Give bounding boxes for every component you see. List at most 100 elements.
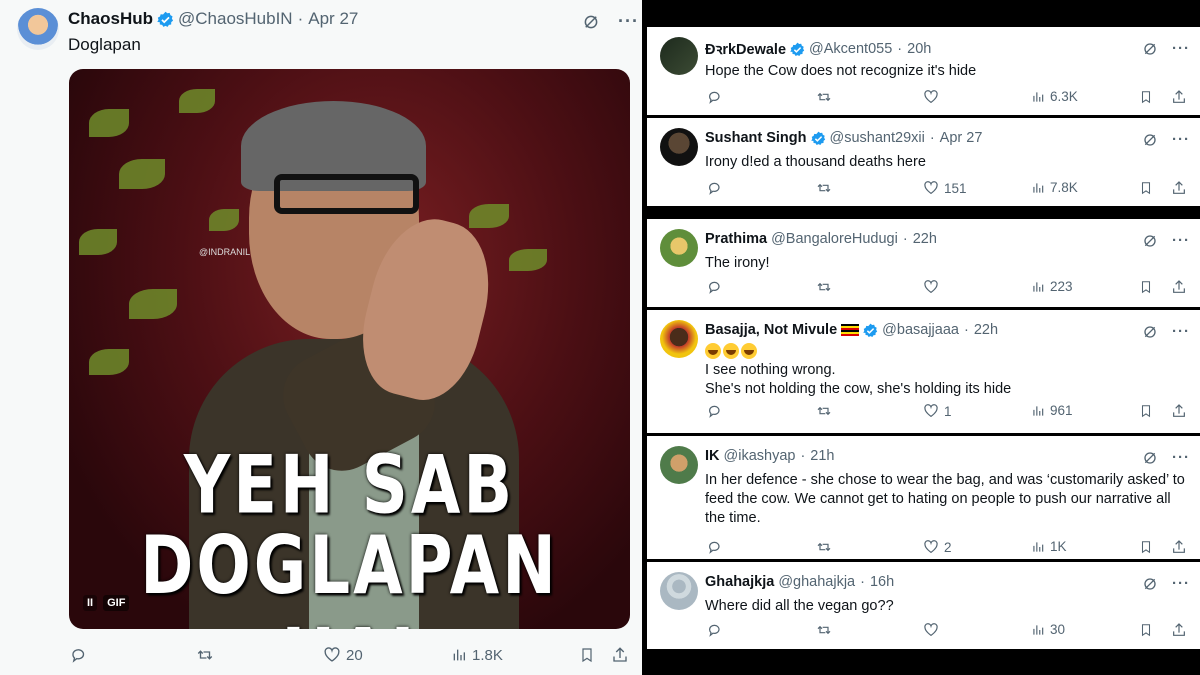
bookmark-button[interactable]: [579, 646, 595, 664]
more-icon[interactable]: ···: [1172, 232, 1190, 249]
views-button[interactable]: 1K: [1031, 539, 1067, 554]
like-button[interactable]: 1: [923, 403, 952, 419]
views-icon: [1033, 281, 1044, 292]
like-button[interactable]: 2: [923, 539, 952, 555]
reply-tweet[interactable]: IK @ikashyap · 21h ··· In her defence - …: [647, 436, 1200, 559]
reply-tweet[interactable]: Ghahajkja @ghahajkja · 16h ··· Where did…: [647, 562, 1200, 649]
author-handle[interactable]: @basajjaaa: [882, 322, 959, 338]
like-button[interactable]: [923, 622, 939, 638]
reply-button[interactable]: [707, 89, 723, 105]
more-icon[interactable]: ···: [1172, 449, 1190, 466]
reply-button[interactable]: [707, 539, 723, 555]
like-button[interactable]: 20: [323, 646, 363, 664]
plant-leaf: [89, 109, 129, 137]
bookmark-button[interactable]: [1139, 180, 1153, 196]
avatar[interactable]: [660, 446, 698, 484]
avatar[interactable]: [660, 229, 698, 267]
tweet-date[interactable]: 22h: [974, 322, 998, 338]
views-button[interactable]: 223: [1031, 279, 1073, 294]
author-name[interactable]: Ghahajkja: [705, 574, 774, 590]
tweet-date[interactable]: 20h: [907, 41, 931, 57]
reply-actions: 6.3K: [647, 89, 1200, 109]
author-handle[interactable]: @BangaloreHudugi: [771, 231, 898, 247]
grok-icon[interactable]: [582, 13, 600, 31]
reply-top-actions: ···: [1142, 40, 1190, 57]
tweet-date[interactable]: 16h: [870, 574, 894, 590]
avatar[interactable]: [660, 37, 698, 75]
retweet-button[interactable]: [815, 403, 833, 419]
share-button[interactable]: [1171, 89, 1187, 105]
grok-icon[interactable]: [1142, 324, 1158, 340]
tweet-date[interactable]: Apr 27: [940, 130, 983, 146]
share-button[interactable]: [1171, 622, 1187, 638]
bookmark-button[interactable]: [1139, 622, 1153, 638]
reply-button[interactable]: [707, 180, 723, 196]
grok-icon[interactable]: [1142, 132, 1158, 148]
media-watermark: @INDRANIL: [199, 247, 251, 257]
reply-button[interactable]: [707, 622, 723, 638]
share-button[interactable]: [1171, 403, 1187, 419]
avatar[interactable]: [660, 320, 698, 358]
retweet-button[interactable]: [815, 279, 833, 295]
author-name[interactable]: Sushant Singh: [705, 130, 807, 146]
views-button[interactable]: 7.8K: [1031, 180, 1078, 195]
share-button[interactable]: [1171, 279, 1187, 295]
reply-icon: [709, 91, 720, 104]
bookmark-button[interactable]: [1139, 539, 1153, 555]
reply-tweet[interactable]: ĐꝛrkDewale @Akcent055 · 20h ··· Hope the…: [647, 27, 1200, 115]
author-handle[interactable]: @ghahajkja: [778, 574, 855, 590]
avatar[interactable]: [17, 8, 59, 50]
retweet-button[interactable]: [195, 646, 215, 664]
author-handle[interactable]: @ChaosHubIN: [178, 9, 293, 29]
pause-button[interactable]: II: [83, 595, 98, 611]
reply-tweet[interactable]: Basajja, Not Mivule @basajjaaa · 22h ···…: [647, 310, 1200, 433]
retweet-button[interactable]: [815, 539, 833, 555]
bookmark-button[interactable]: [1139, 89, 1153, 105]
more-icon[interactable]: ···: [618, 11, 639, 32]
reply-tweet[interactable]: Prathima @BangaloreHudugi · 22h ··· The …: [647, 219, 1200, 307]
author-name[interactable]: ĐꝛrkDewale: [705, 39, 786, 59]
retweet-button[interactable]: [815, 180, 833, 196]
tweet-date[interactable]: 22h: [913, 231, 937, 247]
like-button[interactable]: 151: [923, 180, 967, 196]
views-button[interactable]: 6.3K: [1031, 89, 1078, 104]
author-handle[interactable]: @Akcent055: [809, 41, 892, 57]
avatar[interactable]: [660, 572, 698, 610]
author-handle[interactable]: @ikashyap: [724, 448, 796, 464]
views-icon: [1033, 541, 1044, 552]
views-button[interactable]: 961: [1031, 403, 1073, 418]
retweet-button[interactable]: [815, 622, 833, 638]
grok-icon[interactable]: [1142, 576, 1158, 592]
reply-button[interactable]: [707, 279, 723, 295]
share-button[interactable]: [1171, 539, 1187, 555]
views-button[interactable]: 30: [1031, 622, 1065, 637]
grok-icon[interactable]: [1142, 450, 1158, 466]
author-handle[interactable]: @sushant29xii: [830, 130, 925, 146]
reply-button[interactable]: [707, 403, 723, 419]
retweet-button[interactable]: [815, 89, 833, 105]
tweet-date[interactable]: 21h: [810, 448, 834, 464]
author-name[interactable]: IK: [705, 448, 720, 464]
laughing-emoji-icon: [741, 343, 757, 359]
reply-tweet[interactable]: Sushant Singh @sushant29xii · Apr 27 ···…: [647, 118, 1200, 206]
avatar[interactable]: [660, 128, 698, 166]
views-button[interactable]: 1.8K: [451, 647, 503, 664]
bookmark-button[interactable]: [1139, 279, 1153, 295]
author-name[interactable]: Basajja, Not Mivule: [705, 322, 837, 338]
more-icon[interactable]: ···: [1172, 575, 1190, 592]
more-icon[interactable]: ···: [1172, 131, 1190, 148]
author-name[interactable]: Prathima: [705, 231, 767, 247]
more-icon[interactable]: ···: [1172, 323, 1190, 340]
like-button[interactable]: [923, 279, 939, 295]
more-icon[interactable]: ···: [1172, 40, 1190, 57]
reply-button[interactable]: [70, 646, 88, 664]
tweet-date[interactable]: Apr 27: [308, 9, 358, 29]
share-button[interactable]: [611, 646, 629, 664]
tweet-media-gif[interactable]: @INDRANIL YEH SAB DOGLAPAN HAI II GIF: [69, 69, 630, 629]
grok-icon[interactable]: [1142, 233, 1158, 249]
grok-icon[interactable]: [1142, 41, 1158, 57]
like-button[interactable]: [923, 89, 939, 105]
share-button[interactable]: [1171, 180, 1187, 196]
author-name[interactable]: ChaosHub: [68, 9, 153, 29]
bookmark-button[interactable]: [1139, 403, 1153, 419]
